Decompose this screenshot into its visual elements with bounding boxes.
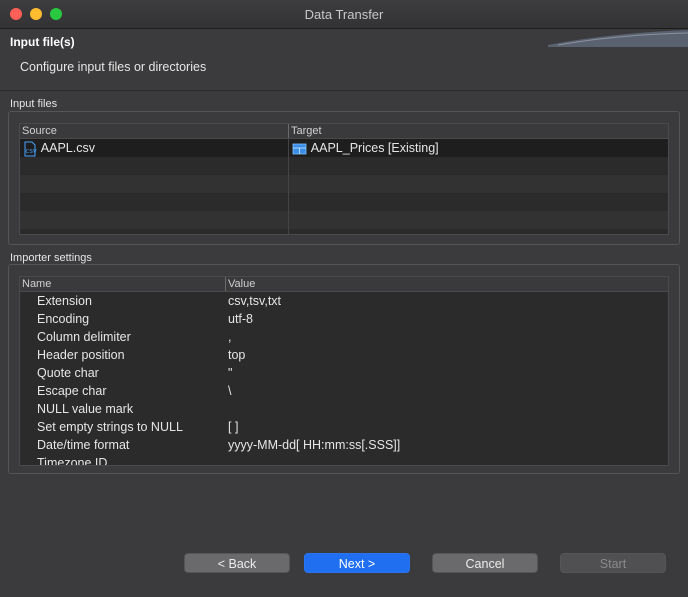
importer-settings-header: Name Value: [20, 277, 668, 292]
setting-row[interactable]: Escape char \: [20, 382, 668, 400]
page-description: Configure input files or directories: [20, 60, 207, 74]
table-row[interactable]: [20, 157, 668, 175]
setting-row[interactable]: Header position top: [20, 346, 668, 364]
setting-row[interactable]: Date/time format yyyy-MM-dd[ HH:mm:ss[.SS…: [20, 436, 668, 454]
setting-name: Column delimiter: [37, 330, 131, 344]
column-header-target[interactable]: Target: [288, 124, 322, 138]
source-file-name: AAPL.csv: [40, 141, 95, 155]
page-title: Input file(s): [10, 35, 75, 49]
table-row[interactable]: [20, 193, 668, 211]
setting-name: Date/time format: [37, 438, 130, 452]
setting-value[interactable]: utf-8: [228, 310, 253, 328]
table-row[interactable]: [20, 175, 668, 193]
setting-value[interactable]: csv,tsv,txt: [228, 292, 281, 310]
target-table-name: AAPL_Prices [Existing]: [310, 141, 439, 155]
column-header-source[interactable]: Source: [20, 124, 57, 138]
csv-file-icon: CSV: [24, 141, 37, 157]
input-files-label: Input files: [10, 98, 58, 110]
input-files-table[interactable]: Source Target CSV AAPL.csv AAPL_Prices […: [19, 123, 669, 235]
setting-value[interactable]: ": [228, 364, 232, 382]
setting-name: Set empty strings to NULL: [37, 420, 183, 434]
window-title: Data Transfer: [304, 7, 384, 22]
input-files-header: Source Target: [20, 124, 668, 139]
setting-row[interactable]: NULL value mark: [20, 400, 668, 418]
setting-name: Header position: [37, 348, 125, 362]
start-button[interactable]: Start: [560, 553, 666, 573]
setting-value[interactable]: yyyy-MM-dd[ HH:mm:ss[.SSS]]: [228, 436, 400, 454]
setting-name: Quote char: [37, 366, 99, 380]
setting-name: NULL value mark: [37, 402, 134, 416]
setting-name: Escape char: [37, 384, 107, 398]
column-header-name[interactable]: Name: [20, 277, 51, 291]
setting-name: Timezone ID: [37, 456, 108, 466]
setting-name: Encoding: [37, 312, 90, 326]
setting-value[interactable]: top: [228, 346, 245, 364]
setting-row[interactable]: Column delimiter,: [20, 328, 668, 346]
title-bar: Data Transfer: [0, 0, 688, 29]
setting-row[interactable]: Quote char ": [20, 364, 668, 382]
column-divider: [288, 138, 289, 234]
table-row[interactable]: [20, 211, 668, 229]
header-banner-graphic: [548, 30, 688, 47]
column-header-value[interactable]: Value: [225, 277, 255, 291]
importer-settings-table[interactable]: Name Value Extension csv,tsv,txt Encoding…: [19, 276, 669, 466]
setting-value[interactable]: ,: [228, 328, 231, 346]
table-row[interactable]: CSV AAPL.csv AAPL_Prices [Existing]: [20, 139, 668, 157]
setting-row[interactable]: Extension csv,tsv,txt: [20, 292, 668, 310]
setting-name: Extension: [37, 294, 92, 308]
importer-settings-label: Importer settings: [10, 252, 92, 264]
back-button[interactable]: < Back: [184, 553, 290, 573]
setting-value[interactable]: \: [228, 382, 231, 400]
cancel-button[interactable]: Cancel: [432, 553, 538, 573]
setting-row[interactable]: Encoding utf-8: [20, 310, 668, 328]
table-icon: [292, 143, 307, 155]
wizard-header: Input file(s) Configure input files or d…: [0, 29, 688, 91]
svg-text:CSV: CSV: [26, 149, 37, 155]
setting-row[interactable]: Timezone ID: [20, 454, 668, 466]
next-button[interactable]: Next >: [304, 553, 410, 573]
setting-value[interactable]: [ ]: [228, 418, 238, 436]
setting-row[interactable]: Set empty strings to NULL [ ]: [20, 418, 668, 436]
